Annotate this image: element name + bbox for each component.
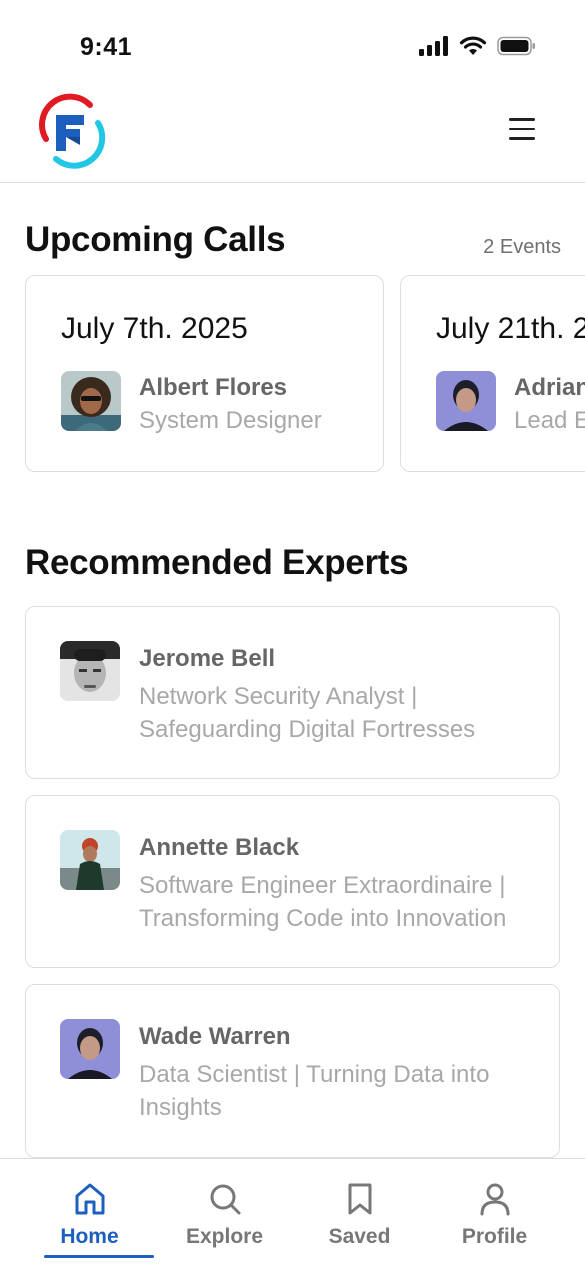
- wifi-icon: [459, 36, 487, 55]
- expert-name: Wade Warren: [139, 1023, 291, 1050]
- caller-name: Albert Flores: [139, 374, 288, 401]
- avatar: [60, 1019, 120, 1079]
- nav-item-profile[interactable]: Profile: [427, 1159, 562, 1266]
- bookmark-icon: [348, 1183, 371, 1215]
- call-card[interactable]: July 21th. 2025 Adriana Lead Engineer: [400, 275, 585, 472]
- expert-name: Annette Black: [139, 834, 300, 861]
- home-icon: [75, 1183, 104, 1215]
- expert-card[interactable]: Jerome Bell Network Security Analyst | S…: [25, 606, 560, 779]
- nav-item-saved[interactable]: Saved: [292, 1159, 427, 1266]
- recommended-experts-title: Recommended Experts: [25, 543, 409, 582]
- events-count[interactable]: 2 Events: [483, 236, 561, 259]
- expert-description: Network Security Analyst | Safeguarding …: [139, 683, 476, 743]
- search-icon: [210, 1184, 240, 1215]
- nav-label-profile: Profile: [461, 1225, 528, 1248]
- expert-name: Jerome Bell: [139, 645, 276, 672]
- expert-description: Data Scientist | Turning Data into Insig…: [139, 1061, 490, 1121]
- caller-role: Lead Engineer: [514, 407, 585, 434]
- nav-label-home: Home: [60, 1225, 119, 1248]
- avatar: [60, 641, 120, 701]
- user-icon: [480, 1183, 509, 1216]
- active-tab-indicator: [44, 1255, 154, 1258]
- app-header: [0, 90, 585, 183]
- upcoming-calls-title: Upcoming Calls: [25, 220, 286, 259]
- nav-item-explore[interactable]: Explore: [157, 1159, 292, 1266]
- battery-icon: [497, 36, 535, 56]
- expert-card[interactable]: Wade Warren Data Scientist | Turning Dat…: [25, 984, 560, 1158]
- avatar: [436, 371, 496, 431]
- caller-name: Adriana: [514, 374, 585, 401]
- status-bar: 9:41: [0, 0, 585, 90]
- call-card[interactable]: July 7th. 2025 Albert Flores System Desi…: [25, 275, 384, 472]
- hamburger-menu-icon[interactable]: [509, 118, 537, 140]
- call-date: July 21th. 2025: [436, 312, 585, 345]
- cellular-signal-icon: [419, 36, 448, 56]
- call-date: July 7th. 2025: [61, 312, 248, 345]
- nav-label-saved: Saved: [328, 1225, 391, 1248]
- nav-label-explore: Explore: [185, 1225, 264, 1248]
- status-icons: [419, 36, 537, 56]
- status-time: 9:41: [80, 33, 133, 61]
- avatar: [60, 830, 120, 890]
- nav-item-home[interactable]: Home: [22, 1159, 157, 1266]
- expert-card[interactable]: Annette Black Software Engineer Extraord…: [25, 795, 560, 968]
- caller-role: System Designer: [139, 407, 322, 434]
- bottom-nav: Home Explore Saved Profile: [0, 1158, 585, 1266]
- expert-description: Software Engineer Extraordinaire | Trans…: [139, 872, 507, 932]
- avatar: [61, 371, 121, 431]
- app-logo-icon[interactable]: [34, 93, 110, 169]
